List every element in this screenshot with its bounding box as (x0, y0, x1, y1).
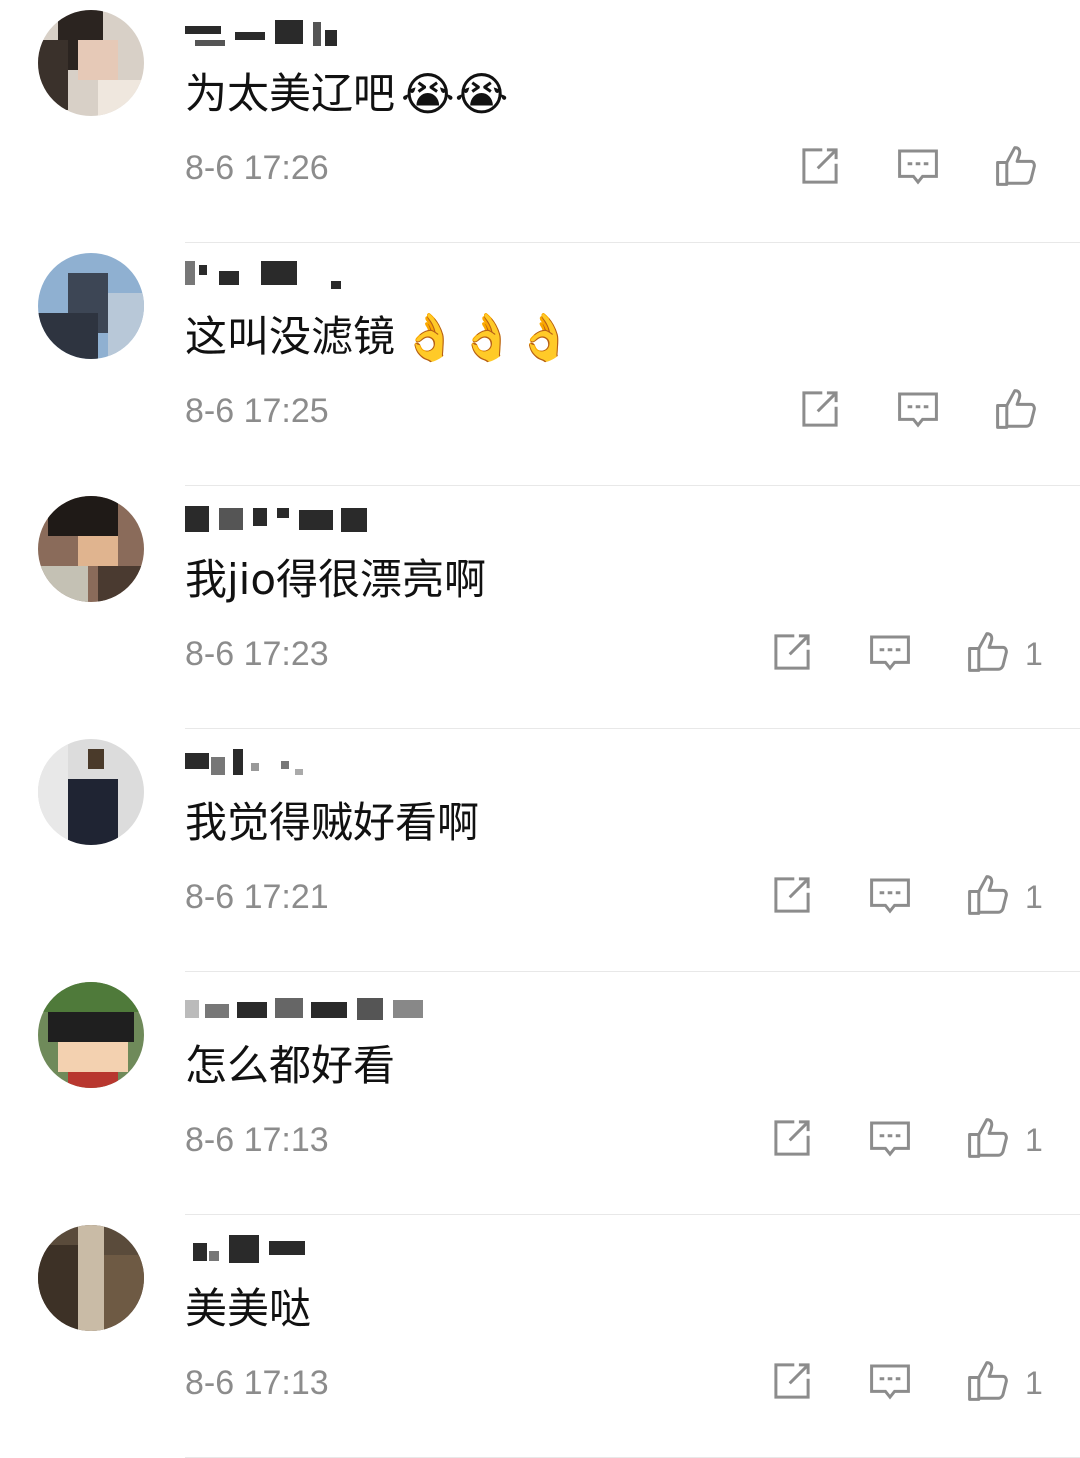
like-button[interactable] (960, 624, 1016, 680)
comment-text: 我觉得贼好看啊 (185, 795, 485, 851)
repost-button[interactable] (764, 867, 820, 923)
comment-timestamp: 8-6 17:13 (185, 1121, 329, 1159)
like-button[interactable] (988, 381, 1044, 437)
comment-item: 我觉得贼好看啊 8-6 17:21 1 (0, 729, 1080, 972)
comment-body: 这叫没滤镜 (185, 312, 396, 361)
like-count: 1 (1025, 636, 1043, 672)
crying-face-emoji: 😭😭 (401, 67, 509, 121)
comment-icon (898, 392, 938, 428)
comment-body: 怎么都好看 (185, 1041, 396, 1090)
like-button[interactable] (960, 867, 1016, 923)
comment-body: 我觉得贼好看啊 (185, 798, 480, 847)
repost-button[interactable] (792, 381, 848, 437)
avatar[interactable] (38, 496, 144, 602)
comment-text: 为太美辽吧 😭😭 (185, 66, 509, 122)
comment-icon (870, 635, 910, 671)
comment-icon (870, 1121, 910, 1157)
username-masked[interactable] (185, 1229, 445, 1263)
comment-item: 为太美辽吧 😭😭 8-6 17:26 (0, 0, 1080, 243)
comment-item: 我jio得很漂亮啊 8-6 17:23 1 (0, 486, 1080, 729)
repost-button[interactable] (792, 138, 848, 194)
comment-body: 美美哒 (185, 1284, 312, 1333)
avatar[interactable] (38, 982, 144, 1088)
avatar[interactable] (38, 10, 144, 116)
avatar[interactable] (38, 253, 144, 359)
comment-text: 我jio得很漂亮啊 (185, 552, 492, 608)
comment-timestamp: 8-6 17:25 (185, 392, 329, 430)
repost-button[interactable] (764, 1353, 820, 1409)
thumbs-up-icon (968, 1361, 1008, 1401)
repost-icon (802, 148, 838, 184)
thumbs-up-icon (996, 146, 1036, 186)
username-masked[interactable] (185, 500, 445, 534)
comment-button[interactable] (862, 867, 918, 923)
avatar[interactable] (38, 1225, 144, 1331)
username-masked[interactable] (185, 986, 445, 1020)
repost-icon (802, 391, 838, 427)
like-count: 1 (1025, 1365, 1043, 1401)
comment-button[interactable] (890, 381, 946, 437)
like-button[interactable] (960, 1353, 1016, 1409)
thumbs-up-icon (996, 389, 1036, 429)
repost-icon (774, 634, 810, 670)
comment-item: 这叫没滤镜 👌👌👌 8-6 17:25 (0, 243, 1080, 486)
like-button[interactable] (988, 138, 1044, 194)
comment-button[interactable] (890, 138, 946, 194)
repost-icon (774, 1363, 810, 1399)
username-masked[interactable] (185, 743, 445, 777)
repost-icon (774, 877, 810, 913)
comment-timestamp: 8-6 17:26 (185, 149, 329, 187)
comment-text: 怎么都好看 (185, 1038, 401, 1094)
like-button[interactable] (960, 1110, 1016, 1166)
username-masked[interactable] (185, 14, 445, 48)
thumbs-up-icon (968, 875, 1008, 915)
comment-text: 这叫没滤镜 👌👌👌 (185, 309, 573, 365)
comment-timestamp: 8-6 17:21 (185, 878, 329, 916)
comment-item: 美美哒 8-6 17:13 1 (0, 1215, 1080, 1458)
like-count: 1 (1025, 1122, 1043, 1158)
comment-icon (898, 149, 938, 185)
comment-timestamp: 8-6 17:23 (185, 635, 329, 673)
like-count: 1 (1025, 879, 1043, 915)
comment-icon (870, 1364, 910, 1400)
comment-body: 我jio得很漂亮啊 (185, 555, 487, 604)
ok-hand-emoji: 👌👌👌 (401, 310, 573, 364)
comment-list: 为太美辽吧 😭😭 8-6 17:26 这叫没滤镜 👌👌👌 8-6 17:25 我… (0, 0, 1080, 1458)
repost-button[interactable] (764, 624, 820, 680)
repost-button[interactable] (764, 1110, 820, 1166)
comment-button[interactable] (862, 1353, 918, 1409)
comment-body: 为太美辽吧 (185, 69, 396, 118)
comment-button[interactable] (862, 1110, 918, 1166)
comment-item: 怎么都好看 8-6 17:13 1 (0, 972, 1080, 1215)
thumbs-up-icon (968, 632, 1008, 672)
username-masked[interactable] (185, 257, 445, 291)
comment-text: 美美哒 (185, 1281, 317, 1337)
repost-icon (774, 1120, 810, 1156)
comment-button[interactable] (862, 624, 918, 680)
avatar[interactable] (38, 739, 144, 845)
thumbs-up-icon (968, 1118, 1008, 1158)
comment-timestamp: 8-6 17:13 (185, 1364, 329, 1402)
comment-icon (870, 878, 910, 914)
